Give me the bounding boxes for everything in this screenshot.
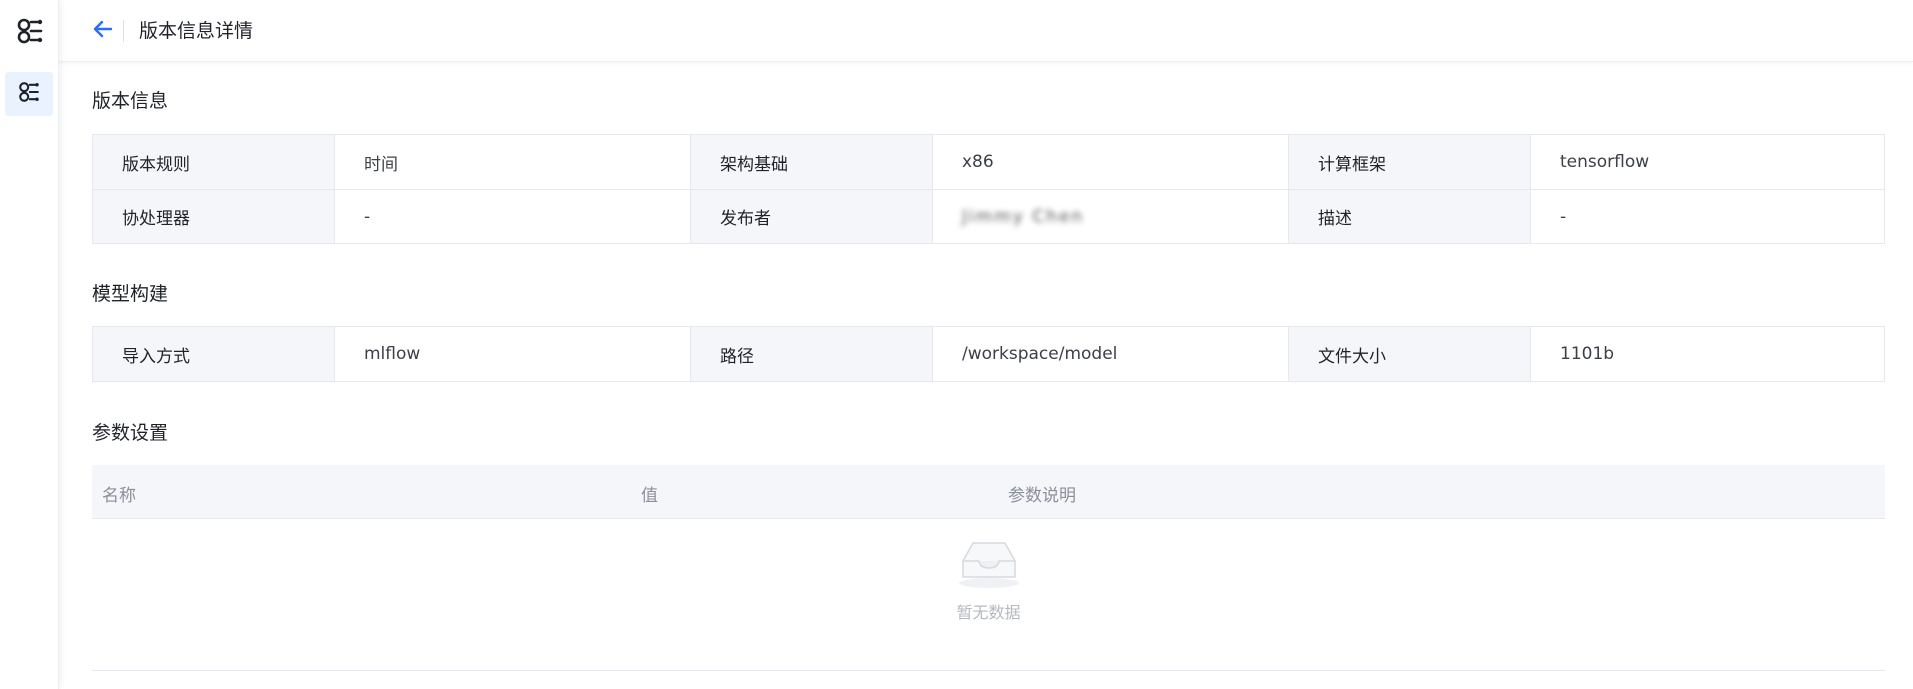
sidebar bbox=[0, 0, 59, 689]
field-label: 路径 bbox=[691, 327, 932, 381]
column-header-value: 值 bbox=[641, 486, 658, 506]
field-label: 发布者 bbox=[691, 190, 932, 243]
table-row: 协处理器 - 发布者 Jimmy Chen 描述 - bbox=[93, 189, 1884, 243]
field-value: x86 bbox=[932, 135, 1289, 189]
column-header-description: 参数说明 bbox=[1008, 486, 1076, 506]
header-divider bbox=[123, 20, 124, 42]
page-header: 版本信息详情 bbox=[59, 0, 1913, 62]
field-value: /workspace/model bbox=[932, 327, 1289, 381]
model-build-table: 导入方式 mlflow 路径 /workspace/model 文件大小 110… bbox=[92, 326, 1885, 382]
sidebar-item-model[interactable] bbox=[5, 72, 53, 116]
table-body: 暂无数据 bbox=[92, 519, 1885, 671]
publisher-name: Jimmy Chen bbox=[962, 206, 1085, 227]
field-value: tensorflow bbox=[1530, 135, 1884, 189]
section-title-model-build: 模型构建 bbox=[92, 283, 169, 305]
field-value: Jimmy Chen bbox=[932, 190, 1289, 243]
field-value: 1101b bbox=[1530, 327, 1884, 381]
field-value: 时间 bbox=[334, 135, 691, 189]
field-label: 协处理器 bbox=[93, 190, 334, 243]
field-label: 架构基础 bbox=[691, 135, 932, 189]
params-table: 名称 值 参数说明 暂无数据 bbox=[92, 465, 1885, 671]
field-label: 导入方式 bbox=[93, 327, 334, 381]
table-header: 名称 值 参数说明 bbox=[92, 465, 1885, 519]
empty-text: 暂无数据 bbox=[956, 603, 1021, 622]
table-row: 版本规则 时间 架构基础 x86 计算框架 tensorflow bbox=[93, 135, 1884, 189]
model-nav-icon bbox=[17, 80, 41, 108]
empty-inbox-icon bbox=[953, 542, 1025, 593]
field-value: mlflow bbox=[334, 327, 691, 381]
app-logo-icon[interactable] bbox=[13, 14, 46, 47]
field-label: 版本规则 bbox=[93, 135, 334, 189]
field-value: - bbox=[1530, 190, 1884, 243]
page-title: 版本信息详情 bbox=[139, 20, 254, 42]
field-label: 描述 bbox=[1289, 190, 1530, 243]
version-info-table: 版本规则 时间 架构基础 x86 计算框架 tensorflow 协处理器 - … bbox=[92, 134, 1885, 244]
field-value: - bbox=[334, 190, 691, 243]
section-title-version-info: 版本信息 bbox=[92, 90, 169, 112]
column-header-name: 名称 bbox=[102, 486, 136, 506]
back-button[interactable] bbox=[90, 18, 116, 44]
section-title-params: 参数设置 bbox=[92, 422, 169, 444]
field-label: 文件大小 bbox=[1289, 327, 1530, 381]
empty-state: 暂无数据 bbox=[953, 537, 1025, 623]
table-row: 导入方式 mlflow 路径 /workspace/model 文件大小 110… bbox=[93, 327, 1884, 381]
arrow-left-icon bbox=[92, 18, 114, 44]
field-label: 计算框架 bbox=[1289, 135, 1530, 189]
app-root: 版本信息详情 版本信息 版本规则 时间 架构基础 x86 计算框架 tensor… bbox=[0, 0, 1913, 689]
